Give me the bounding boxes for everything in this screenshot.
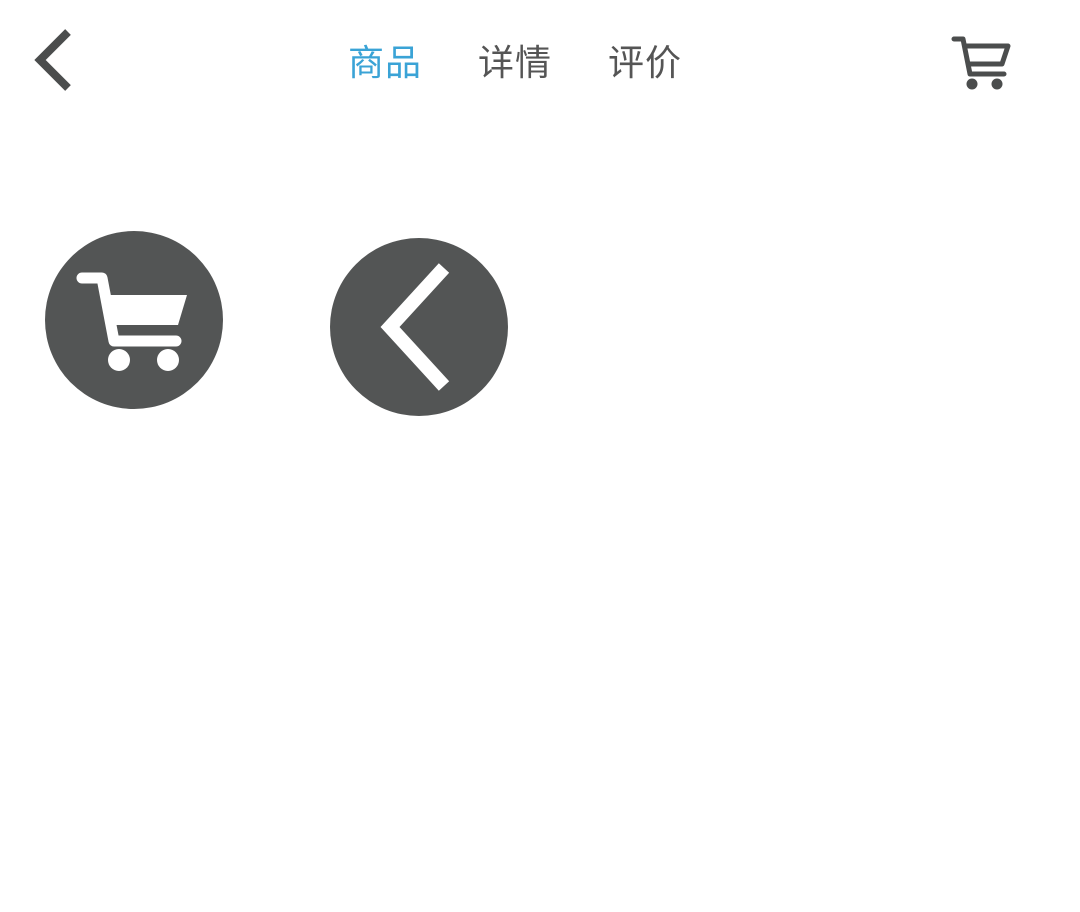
tab-product[interactable]: 商品: [348, 38, 422, 90]
tab-bar: 商品 详情 评价: [348, 38, 682, 90]
chevron-left-icon: [34, 29, 71, 91]
shopping-cart-icon: [951, 36, 1011, 90]
floating-back-button[interactable]: [330, 238, 508, 416]
tab-reviews[interactable]: 评价: [608, 38, 682, 90]
chevron-left-icon: [380, 263, 450, 391]
floating-cart-button[interactable]: [45, 231, 223, 409]
cart-button[interactable]: [946, 28, 1018, 96]
top-navigation-bar: 商品 详情 评价: [0, 0, 1080, 125]
back-button[interactable]: [22, 22, 86, 102]
shopping-cart-icon: [76, 272, 187, 371]
tab-details[interactable]: 详情: [478, 38, 552, 90]
